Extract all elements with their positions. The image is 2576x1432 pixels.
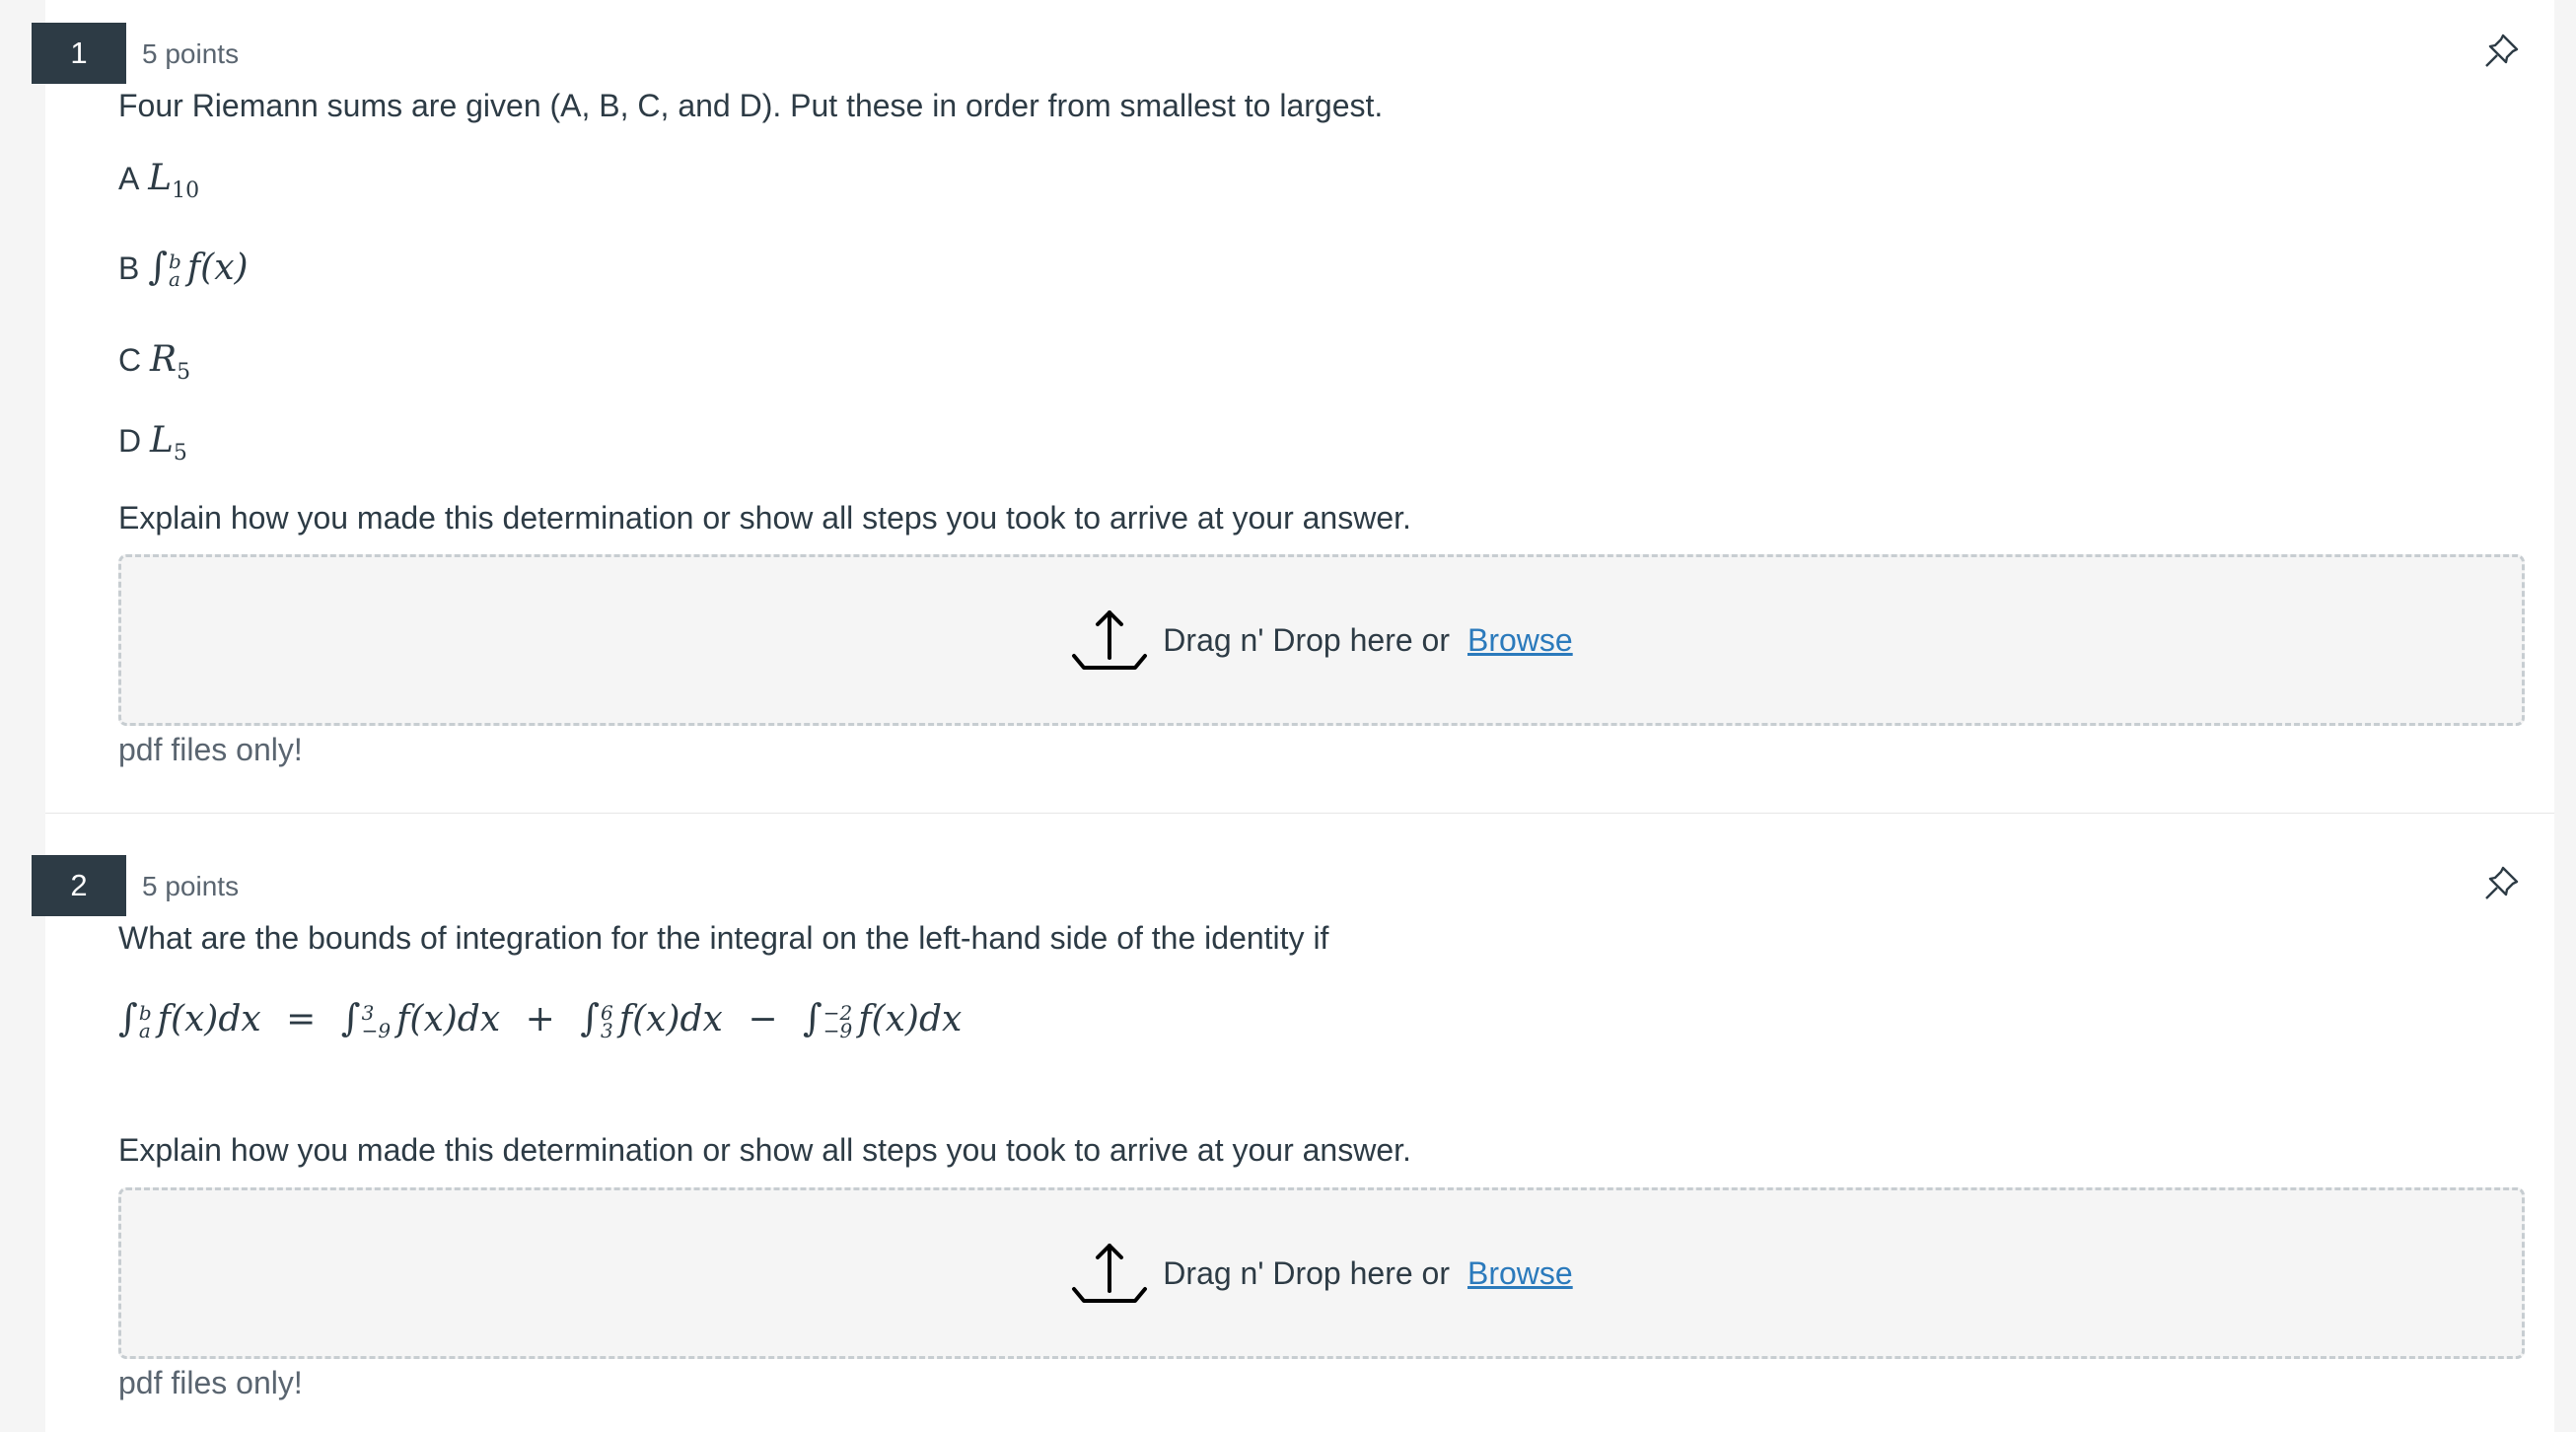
math-expression: L5	[150, 420, 187, 466]
dropzone-text: Drag n' Drop here or	[1163, 1254, 1450, 1291]
file-dropzone[interactable]: Drag n' Drop here or Browse	[118, 554, 2525, 726]
question-2: 2 5 points What are the bounds of integr…	[32, 815, 2554, 1432]
question-number-badge: 1	[32, 23, 126, 84]
explain-instruction: Explain how you made this determination …	[118, 500, 1411, 536]
pin-icon[interactable]	[2481, 864, 2521, 903]
upload-icon	[1072, 610, 1148, 670]
option-letter: C	[118, 342, 142, 378]
option-letter: B	[118, 251, 140, 286]
math-expression: R5	[150, 339, 191, 386]
identity-equation: ∫ b a f(x)dx = ∫ 3 −9 f(x)dx + ∫ 6 3 f(x)dx − ∫ −2…	[118, 996, 963, 1042]
quiz-page: 1 5 points Four Riemann sums are given (…	[32, 0, 2554, 1432]
math-expression: L10	[148, 158, 200, 204]
upload-icon	[1072, 1244, 1148, 1303]
browse-link[interactable]: Browse	[1467, 1255, 1573, 1292]
question-number-badge: 2	[32, 855, 126, 916]
math-expression: ∫ b a f(x)dx = ∫ 3 −9 f(x)dx + ∫ 6 3 f(x)dx − ∫ −2…	[118, 996, 963, 1042]
question-1: 1 5 points Four Riemann sums are given (…	[32, 0, 2554, 814]
option-letter: D	[118, 423, 142, 459]
option-d: D L5	[118, 420, 187, 465]
option-c: C R5	[118, 339, 190, 385]
explain-instruction: Explain how you made this determination …	[118, 1132, 1411, 1168]
question-prompt: What are the bounds of integration for t…	[118, 920, 1329, 956]
file-type-note: pdf files only!	[118, 732, 303, 767]
question-points: 5 points	[142, 871, 240, 901]
pin-icon[interactable]	[2481, 32, 2521, 71]
question-prompt: Four Riemann sums are given (A, B, C, an…	[118, 88, 1384, 123]
math-expression: ∫ b a f(x)	[148, 245, 249, 291]
option-letter: A	[118, 161, 140, 196]
dropzone-text: Drag n' Drop here or	[1163, 621, 1450, 658]
option-b: B ∫ b a f(x)	[118, 245, 249, 291]
file-dropzone[interactable]: Drag n' Drop here or Browse	[118, 1187, 2525, 1359]
question-points: 5 points	[142, 38, 240, 69]
option-a: A L10	[118, 158, 199, 203]
file-type-note: pdf files only!	[118, 1365, 303, 1400]
browse-link[interactable]: Browse	[1467, 622, 1573, 659]
